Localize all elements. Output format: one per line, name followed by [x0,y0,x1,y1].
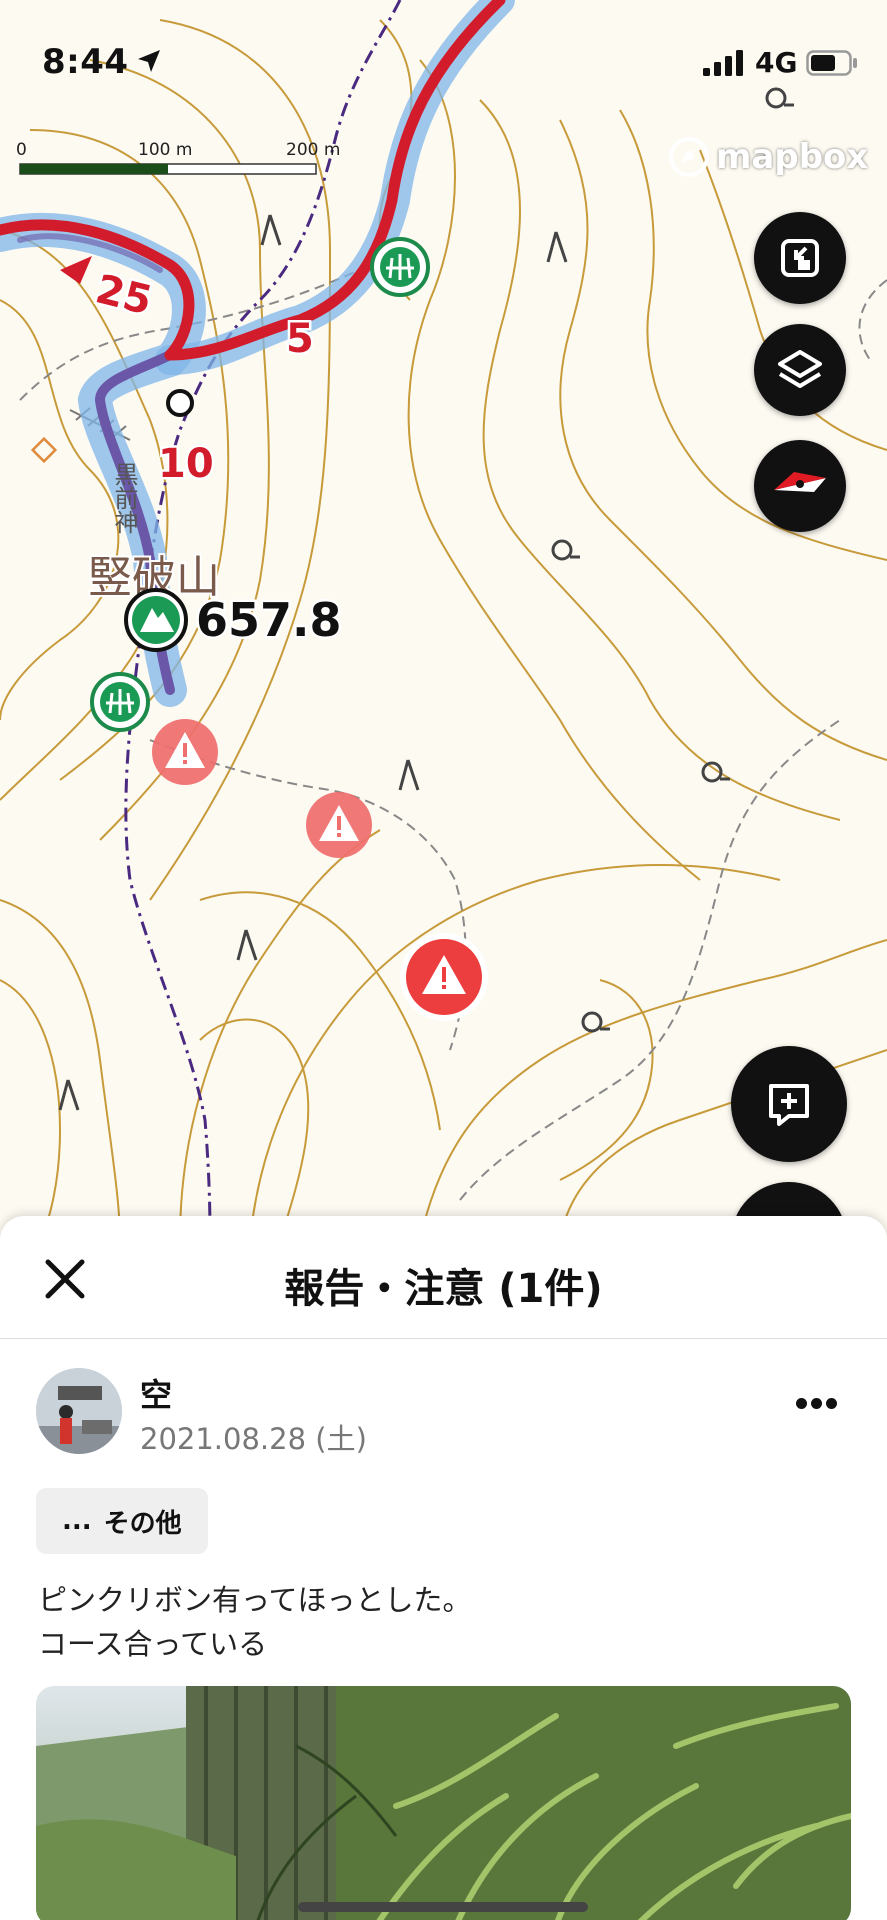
more-options-button[interactable] [796,1398,837,1409]
sheet-title: 報告・注意 (1件) [284,1266,603,1312]
scale-label-200: 200 m [286,140,341,160]
waypoint-marker[interactable] [166,389,194,417]
post-photo[interactable] [36,1686,851,1920]
layers-button[interactable] [754,324,846,416]
forest-marker-icon[interactable] [90,672,150,732]
add-comment-button[interactable] [731,1046,847,1162]
mapbox-attribution[interactable]: mapbox [668,136,868,178]
scale-label-0: 0 [16,140,27,160]
tag-icon: ... [62,1506,92,1536]
compass-icon [774,472,826,492]
add-comment-icon [769,1084,809,1126]
location-arrow-icon [138,50,160,72]
route-marker-5: 5 [286,316,314,362]
post-username[interactable]: 空 [140,1370,172,1416]
route-marker-10: 10 [158,441,214,487]
post-text-line: ピンクリボン有ってほっとした。 [38,1583,472,1617]
status-time: 8:44 [42,42,129,82]
peak-elevation: 657.8 [196,593,342,647]
mapbox-logo-text: mapbox [716,137,869,177]
reports-sheet: 報告・注意 (1件) 空 2021.08.28 (土) ... その他 ピンクリ… [0,1216,887,1920]
topographic-map[interactable]: 25 5 10 黒前神 竪破山 657.8 [0,0,887,1241]
avatar-image [36,1368,122,1454]
peak-marker-icon[interactable] [124,588,188,652]
scale-bar [19,163,317,175]
layers-icon [778,350,822,388]
sheet-header: 報告・注意 (1件) [0,1216,887,1339]
warning-marker-icon[interactable] [306,792,372,858]
compass-button[interactable] [754,440,846,532]
more-dot-icon [811,1398,822,1409]
status-bar: 8:44 4G [0,0,887,120]
fullscreen-exit-button[interactable] [754,212,846,304]
cellular-signal-icon [703,50,743,76]
avatar[interactable] [36,1368,122,1454]
shrine-label: 黒前神 [110,462,138,534]
scale-label-100: 100 m [138,140,193,160]
post-body: ピンクリボン有ってほっとした。 コース合っている [38,1578,472,1666]
post-date: 2021.08.28 (土) [140,1422,367,1456]
category-tag: ... その他 [36,1488,208,1554]
more-dot-icon [796,1398,807,1409]
warning-marker-icon[interactable] [152,719,218,785]
map-view[interactable]: 25 5 10 黒前神 竪破山 657.8 0 100 m 200 m mapb… [0,0,887,1298]
post-photo-image [36,1686,851,1920]
post-text-line: コース合っている [38,1627,268,1661]
forest-marker-icon[interactable] [370,237,430,297]
post-header: 空 2021.08.28 (土) [0,1368,887,1458]
shrine-label-text: 黒前神 [110,462,138,534]
fullscreen-exit-icon [781,239,819,277]
home-indicator [298,1902,588,1912]
more-dot-icon [826,1398,837,1409]
warning-marker-selected-icon[interactable] [400,933,488,1021]
mapbox-logo-icon [669,137,709,177]
tag-label: その他 [103,1508,182,1539]
network-type: 4G [755,46,798,79]
battery-icon [806,50,857,76]
